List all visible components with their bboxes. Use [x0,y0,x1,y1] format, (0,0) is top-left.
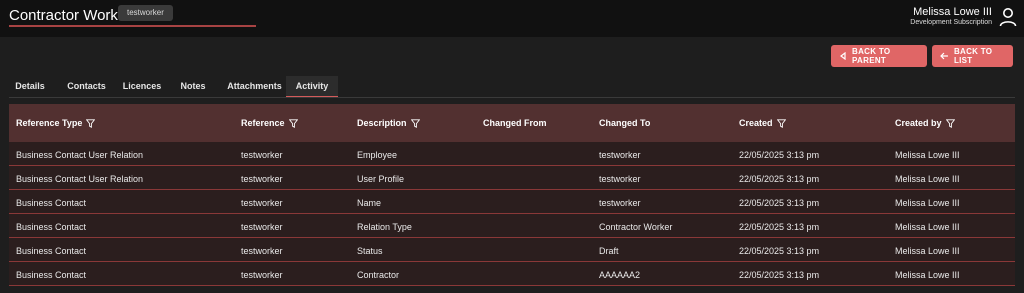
column-header-changed-from: Changed From [483,118,547,128]
filter-icon[interactable] [776,118,786,128]
table-row[interactable]: Business Contact testworker Status Draft… [9,238,1015,262]
column-header-created-by[interactable]: Created by [895,118,955,128]
cell-created-by: Melissa Lowe III [895,174,960,184]
cell-changed-to: AAAAAA2 [599,270,641,280]
column-header-changed-to: Changed To [599,118,651,128]
cell-description: User Profile [357,174,405,184]
cell-reference: testworker [241,150,283,160]
cell-created: 22/05/2025 3:13 pm [739,150,820,160]
user-name: Melissa Lowe III [913,6,992,18]
tabs-divider [9,97,1015,98]
cell-changed-to: testworker [599,198,641,208]
cell-created-by: Melissa Lowe III [895,222,960,232]
tab-details[interactable]: Details [9,76,51,98]
cell-description: Employee [357,150,398,160]
back-to-parent-label: BACK TO PARENT [852,47,891,65]
column-header-reference-type[interactable]: Reference Type [16,118,96,128]
table-row[interactable]: Business Contact testworker Relation Typ… [9,214,1015,238]
tab-notes[interactable]: Notes [174,76,212,98]
cell-reference-type: Business Contact User Relation [16,174,144,184]
table-row[interactable]: Business Contact User Relation testworke… [9,166,1015,190]
cell-changed-to: testworker [599,174,641,184]
cell-created-by: Melissa Lowe III [895,246,960,256]
filter-icon[interactable] [410,118,420,128]
tab-attachments[interactable]: Attachments [218,76,291,98]
user-account-icon[interactable] [999,7,1017,27]
cell-created-by: Melissa Lowe III [895,150,960,160]
cell-reference-type: Business Contact [16,270,87,280]
cell-reference-type: Business Contact [16,222,87,232]
cell-changed-to: Contractor Worker [599,222,673,232]
cell-created: 22/05/2025 3:13 pm [739,246,820,256]
cell-description: Relation Type [357,222,412,232]
back-arrow-icon [840,52,846,60]
back-to-list-label: BACK TO LIST [953,47,993,65]
title-underline [9,25,256,27]
tab-contacts[interactable]: Contacts [59,76,114,98]
cell-created: 22/05/2025 3:13 pm [739,198,820,208]
cell-reference-type: Business Contact User Relation [16,150,144,160]
top-bar: Contractor Worker testworker Melissa Low… [0,0,1024,37]
filter-icon[interactable] [945,118,955,128]
cell-reference-type: Business Contact [16,246,87,256]
column-header-reference[interactable]: Reference [241,118,298,128]
cell-reference: testworker [241,198,283,208]
table-row[interactable]: Business Contact testworker Contractor A… [9,262,1015,286]
record-badge: testworker [118,5,173,21]
table-header: Reference Type Reference Description Cha… [9,104,1015,142]
cell-reference: testworker [241,222,283,232]
cell-reference-type: Business Contact [16,198,87,208]
arrow-left-icon [940,52,948,60]
column-header-description[interactable]: Description [357,118,420,128]
cell-created-by: Melissa Lowe III [895,270,960,280]
cell-description: Status [357,246,383,256]
cell-created: 22/05/2025 3:13 pm [739,270,820,280]
cell-description: Name [357,198,382,208]
cell-reference: testworker [241,246,283,256]
cell-changed-to: testworker [599,150,641,160]
cell-reference: testworker [241,174,283,184]
cell-created-by: Melissa Lowe III [895,198,960,208]
filter-icon[interactable] [86,118,96,128]
cell-created: 22/05/2025 3:13 pm [739,222,820,232]
tab-licences[interactable]: Licences [117,76,167,98]
back-to-parent-button[interactable]: BACK TO PARENT [831,45,927,67]
table-row[interactable]: Business Contact User Relation testworke… [9,142,1015,166]
cell-reference: testworker [241,270,283,280]
table-row[interactable]: Business Contact testworker Name testwor… [9,190,1015,214]
cell-description: Contractor [357,270,400,280]
user-subscription: Development Subscription [910,19,992,26]
cell-created: 22/05/2025 3:13 pm [739,174,820,184]
page-title: Contractor Worker [9,7,132,24]
back-to-list-button[interactable]: BACK TO LIST [932,45,1013,67]
filter-icon[interactable] [288,118,298,128]
column-header-created[interactable]: Created [739,118,786,128]
tab-activity[interactable]: Activity [286,76,338,98]
cell-changed-to: Draft [599,246,619,256]
